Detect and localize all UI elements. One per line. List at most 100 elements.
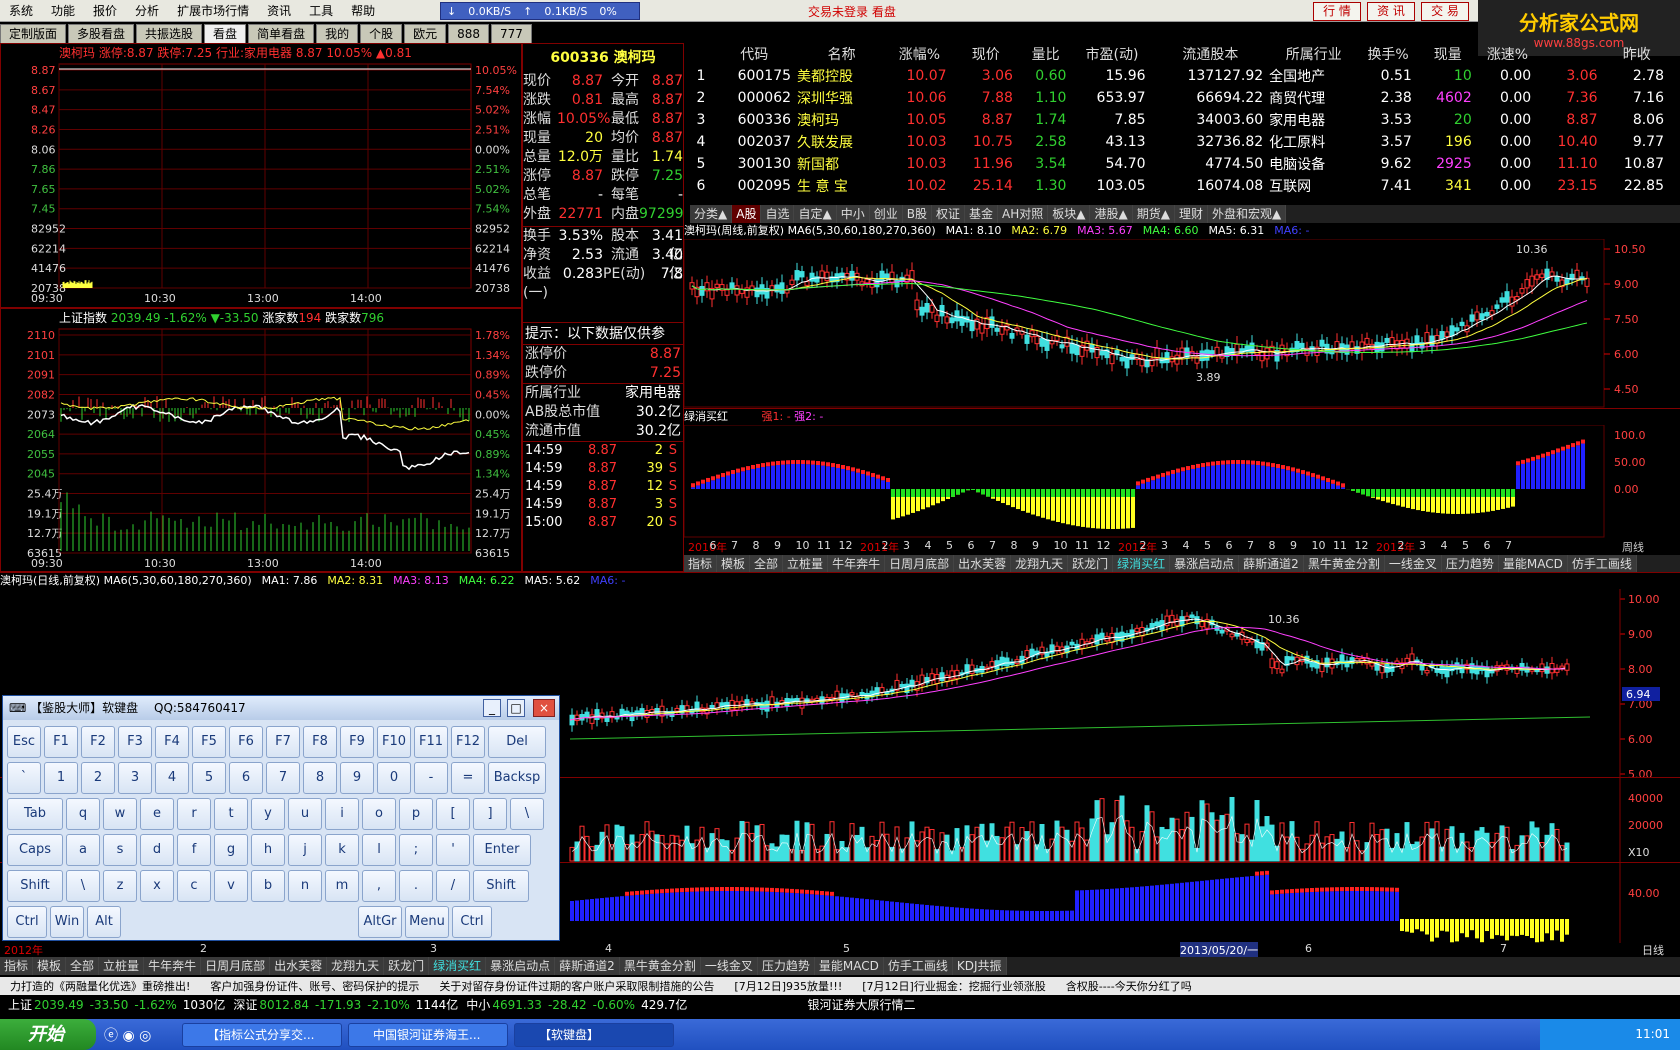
- key-1-0[interactable]: `: [7, 762, 41, 794]
- indicator-tab-17[interactable]: KDJ共振: [952, 957, 1007, 975]
- key-1-1[interactable]: 1: [44, 762, 78, 794]
- trade-button[interactable]: 交 易: [1421, 2, 1469, 21]
- key-0-1[interactable]: F1: [44, 726, 78, 758]
- key-2-9[interactable]: o: [362, 798, 396, 830]
- key-1-7[interactable]: 7: [266, 762, 300, 794]
- layout-tab-7[interactable]: 欧元: [404, 24, 447, 43]
- key-2-0[interactable]: Tab: [7, 798, 63, 830]
- indicator-tab-8[interactable]: 跃龙门: [384, 957, 430, 975]
- key-4-4[interactable]: c: [177, 870, 211, 902]
- layout-tab-2[interactable]: 共振选股: [136, 24, 203, 43]
- layout-tab-8[interactable]: 888: [448, 24, 490, 43]
- news-item[interactable]: [7月12日]935放量!!!: [734, 978, 842, 994]
- quote-button[interactable]: 行 情: [1313, 2, 1361, 21]
- key-3-6[interactable]: h: [251, 834, 285, 866]
- menu-item-0[interactable]: 系统: [0, 0, 42, 22]
- news-item[interactable]: 关于对留存身份证件过期的客户账户采取限制措施的公告: [439, 978, 714, 994]
- board-tab-11[interactable]: 港股▲: [1090, 205, 1133, 223]
- col-header-1[interactable]: 代码: [711, 43, 797, 65]
- col-header-13[interactable]: 昨收: [1604, 43, 1670, 65]
- col-header-3[interactable]: 涨幅%: [886, 43, 952, 65]
- key-0-5[interactable]: F5: [192, 726, 226, 758]
- indicator-tab-12[interactable]: 黑牛黄金分割: [619, 957, 701, 975]
- indicator-tab-8[interactable]: 跃龙门: [1068, 554, 1114, 573]
- key-2-7[interactable]: u: [288, 798, 322, 830]
- index-summary[interactable]: 深证 8012.84 -171.93 -2.10% 1144亿: [233, 996, 458, 1013]
- maximize-icon[interactable]: □: [507, 699, 525, 717]
- indicator-tab-9[interactable]: 绿消买红: [1113, 554, 1171, 573]
- index-summary[interactable]: 上证 2039.49 -33.50 -1.62% 1030亿: [8, 996, 225, 1013]
- key-1-5[interactable]: 5: [192, 762, 226, 794]
- table-row[interactable]: 1 600175 美都控股 10.07 3.06 0.60 15.96 137127.92 全国…: [690, 65, 1670, 87]
- indicator-tab-7[interactable]: 龙翔九天: [1011, 554, 1069, 573]
- start-button[interactable]: 开始: [0, 1019, 96, 1050]
- indicator-tab-0[interactable]: 指标: [684, 554, 718, 573]
- key-1-13[interactable]: Backsp: [488, 762, 546, 794]
- board-tab-8[interactable]: 基金: [964, 205, 998, 223]
- menu-item-6[interactable]: 工具: [300, 0, 342, 22]
- key-3-12[interactable]: Enter: [473, 834, 531, 866]
- board-tab-12[interactable]: 期货▲: [1132, 205, 1175, 223]
- key-3-11[interactable]: ': [436, 834, 470, 866]
- key-5-3[interactable]: AltGr: [358, 906, 402, 938]
- key-2-10[interactable]: p: [399, 798, 433, 830]
- col-header-11[interactable]: 涨速%: [1478, 43, 1537, 65]
- layout-tab-5[interactable]: 我的: [316, 24, 359, 43]
- layout-tab-0[interactable]: 定制版面: [0, 24, 67, 43]
- indicator-tab-9[interactable]: 绿消买红: [429, 957, 487, 975]
- indicator-tab-6[interactable]: 出水芙蓉: [270, 957, 328, 975]
- key-3-4[interactable]: f: [177, 834, 211, 866]
- table-row[interactable]: 6 002095 生 意 宝 10.02 25.14 1.30 103.05 16074.08…: [690, 175, 1670, 197]
- col-header-6[interactable]: 市盈(动): [1072, 43, 1151, 65]
- key-0-13[interactable]: Del: [488, 726, 546, 758]
- indicator-tab-15[interactable]: 量能MACD: [814, 957, 884, 975]
- indicator-tab-0[interactable]: 指标: [0, 957, 34, 975]
- board-tab-6[interactable]: B股: [902, 205, 932, 223]
- key-4-2[interactable]: z: [103, 870, 137, 902]
- news-item[interactable]: [7月12日]行业掘金：挖掘行业领涨股: [862, 978, 1046, 994]
- indicator-tab-3[interactable]: 立桩量: [783, 554, 829, 573]
- key-0-10[interactable]: F10: [377, 726, 411, 758]
- table-row[interactable]: 3 600336 澳柯玛 10.05 8.87 1.74 7.85 34003.60 家用电器 3…: [690, 109, 1670, 131]
- quick-launch-icons[interactable]: ⓔ ◉ ◎: [96, 1025, 176, 1045]
- key-3-9[interactable]: l: [362, 834, 396, 866]
- key-0-4[interactable]: F4: [155, 726, 189, 758]
- key-5-1[interactable]: Win: [50, 906, 84, 938]
- weekly-candle-chart[interactable]: 10.50 9.00 7.50 6.00 4.50 10.36 3.89: [684, 239, 1680, 409]
- key-0-8[interactable]: F8: [303, 726, 337, 758]
- indicator-tab-15[interactable]: 量能MACD: [1498, 554, 1568, 573]
- col-header-0[interactable]: [690, 43, 711, 65]
- col-header-12[interactable]: [1537, 43, 1603, 65]
- key-1-12[interactable]: =: [451, 762, 485, 794]
- news-item[interactable]: 力打造的《两融量化优选》重磅推出!: [10, 978, 190, 994]
- key-0-0[interactable]: Esc: [7, 726, 41, 758]
- indicator-tab-16[interactable]: 仿手工画线: [883, 957, 953, 975]
- key-4-6[interactable]: b: [251, 870, 285, 902]
- col-header-5[interactable]: 量比: [1019, 43, 1072, 65]
- board-tab-4[interactable]: 中小: [836, 205, 870, 223]
- indicator-tab-5[interactable]: 日周月底部: [201, 957, 271, 975]
- close-icon[interactable]: ×: [533, 699, 555, 717]
- key-4-7[interactable]: n: [288, 870, 322, 902]
- key-4-3[interactable]: x: [140, 870, 174, 902]
- menu-item-1[interactable]: 功能: [42, 0, 84, 22]
- col-header-7[interactable]: 流通股本: [1152, 43, 1270, 65]
- key-4-0[interactable]: Shift: [7, 870, 63, 902]
- key-3-1[interactable]: a: [66, 834, 100, 866]
- key-1-4[interactable]: 4: [155, 762, 189, 794]
- key-1-9[interactable]: 9: [340, 762, 374, 794]
- key-1-3[interactable]: 3: [118, 762, 152, 794]
- key-1-10[interactable]: 0: [377, 762, 411, 794]
- key-3-2[interactable]: s: [103, 834, 137, 866]
- layout-tab-9[interactable]: 777: [491, 24, 532, 43]
- layout-tab-3[interactable]: 看盘: [204, 24, 247, 43]
- index-summary[interactable]: 中小 4691.33 -28.42 -0.60% 429.7亿: [466, 996, 687, 1013]
- col-header-2[interactable]: 名称: [797, 43, 886, 65]
- indicator-tab-14[interactable]: 压力趋势: [757, 957, 815, 975]
- indicator-tab-14[interactable]: 压力趋势: [1441, 554, 1499, 573]
- key-2-5[interactable]: t: [214, 798, 248, 830]
- board-tab-14[interactable]: 外盘和宏观▲: [1207, 205, 1287, 223]
- menu-item-2[interactable]: 报价: [84, 0, 126, 22]
- board-tab-5[interactable]: 创业: [869, 205, 903, 223]
- key-5-5[interactable]: Ctrl: [452, 906, 492, 938]
